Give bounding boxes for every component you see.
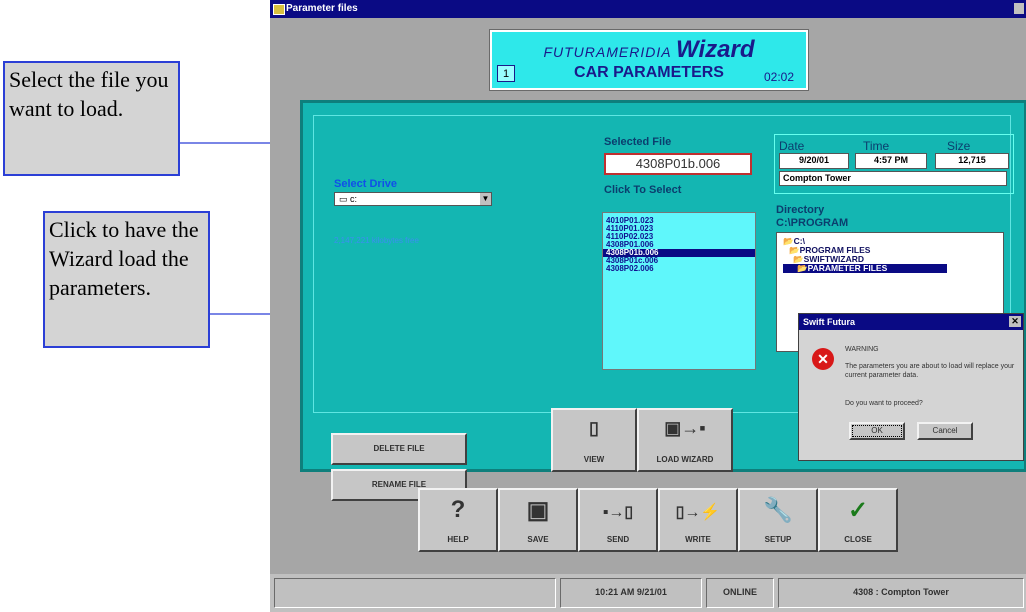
send-icon: ▪→▯ — [602, 504, 634, 521]
dialog-message: The parameters you are about to load wil… — [845, 363, 1015, 379]
date-value: 9/20/01 — [779, 153, 849, 169]
write-button[interactable]: ▯→⚡ WRITE — [658, 488, 738, 552]
wrench-icon: 🔧 — [763, 497, 793, 524]
title-bar: Parameter files — [270, 0, 1026, 18]
time-label: Time — [863, 139, 890, 153]
document-icon: ▯ — [589, 418, 599, 438]
write-label: WRITE — [685, 535, 711, 544]
page-title: CAR PARAMETERS — [574, 64, 724, 81]
warning-dialog: Swift Futura ✕ ✕ WARNING The parameters … — [798, 313, 1024, 461]
dialog-title: Swift Futura ✕ — [799, 314, 1023, 330]
close-button[interactable]: ✓ CLOSE — [818, 488, 898, 552]
help-label: HELP — [447, 535, 469, 544]
list-item[interactable]: 4308P02.006 — [603, 265, 755, 273]
time-value: 4:57 PM — [855, 153, 927, 169]
save-button[interactable]: ▣ SAVE — [498, 488, 578, 552]
load-wizard-label: LOAD WIZARD — [656, 455, 714, 464]
selected-file-label: Selected File — [604, 136, 672, 148]
size-value: 12,715 — [935, 153, 1009, 169]
save-label: SAVE — [527, 535, 549, 544]
close-label: CLOSE — [844, 535, 872, 544]
write-icon: ▯→⚡ — [675, 504, 721, 521]
directory-label: Directory — [776, 204, 825, 216]
brand: FUTURAMERIDIA Wizard — [492, 36, 806, 64]
folder-open-icon: 📂 — [797, 263, 808, 273]
selected-file-field[interactable]: 4308P01b.006 — [604, 153, 752, 175]
setup-label: SETUP — [764, 535, 792, 544]
close-icon[interactable]: ✕ — [1009, 316, 1021, 327]
file-list[interactable]: 4010P01.023 4110P01.023 4110P02.023 4308… — [602, 212, 756, 370]
status-datetime: 10:21 AM 9/21/01 — [560, 578, 702, 608]
wizard-header: FUTURAMERIDIA Wizard 1 CAR PARAMETERS 02… — [490, 30, 808, 90]
drive-select[interactable]: ▭ c: ▼ — [334, 192, 492, 206]
drive-free-space: 2,147,221 kilobytes free — [334, 236, 419, 245]
directory-path: C:\PROGRAM — [776, 217, 849, 229]
size-label: Size — [947, 139, 971, 153]
error-icon: ✕ — [812, 348, 834, 370]
app-icon — [273, 4, 285, 15]
send-label: SEND — [606, 535, 630, 544]
status-connection: ONLINE — [706, 578, 774, 608]
brand-name: FUTURAMERIDIA — [543, 44, 672, 60]
ok-button[interactable]: OK — [849, 422, 905, 440]
file-info: Date Time Size 9/20/01 4:57 PM 12,715 Co… — [774, 134, 1014, 194]
status-message — [274, 578, 556, 608]
view-button[interactable]: ▯ VIEW — [551, 408, 637, 472]
help-button[interactable]: ? HELP — [418, 488, 498, 552]
dialog-warning-text: WARNING — [845, 346, 879, 353]
dialog-question: Do you want to proceed? — [845, 400, 923, 407]
view-label: VIEW — [583, 455, 605, 464]
status-bar: 10:21 AM 9/21/01 ONLINE 4308 : Compton T… — [270, 574, 1026, 612]
status-site: 4308 : Compton Tower — [778, 578, 1024, 608]
window-title: Parameter files — [286, 3, 358, 14]
drive-value: c: — [350, 194, 358, 204]
window-close-button[interactable] — [1014, 3, 1024, 14]
delete-file-button[interactable]: DELETE FILE — [331, 433, 467, 465]
checkmark-icon: ✓ — [847, 497, 869, 524]
header-time: 02:02 — [764, 70, 795, 84]
click-to-select-label: Click To Select — [604, 184, 682, 196]
location-value: Compton Tower — [779, 171, 1007, 186]
date-label: Date — [779, 139, 805, 153]
question-icon: ? — [450, 496, 466, 523]
select-drive-label: Select Drive — [334, 178, 397, 190]
drive-icon: ▭ — [339, 194, 348, 204]
brand-wizard: Wizard — [676, 36, 755, 63]
chevron-down-icon[interactable]: ▼ — [480, 193, 491, 205]
cancel-button[interactable]: Cancel — [917, 422, 973, 440]
tree-item-selected[interactable]: 📂PARAMETER FILES — [783, 264, 947, 273]
load-wizard-button[interactable]: ▣→▪ LOAD WIZARD — [637, 408, 733, 472]
send-button[interactable]: ▪→▯ SEND — [578, 488, 658, 552]
setup-button[interactable]: 🔧 SETUP — [738, 488, 818, 552]
load-wizard-icon: ▣→▪ — [664, 418, 706, 438]
floppy-icon: ▣ — [526, 497, 550, 524]
app-window: Parameter files FUTURAMERIDIA Wizard 1 C… — [270, 0, 1026, 612]
